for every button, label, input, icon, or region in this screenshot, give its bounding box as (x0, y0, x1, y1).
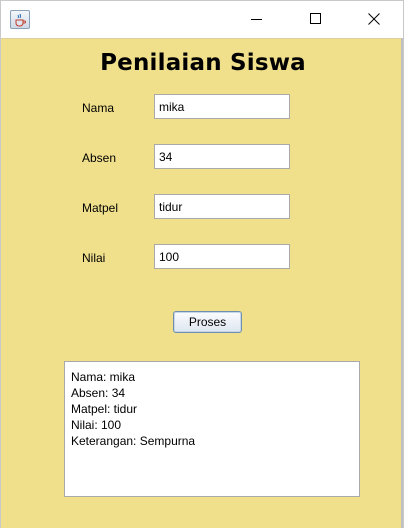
maximize-button[interactable] (293, 1, 339, 38)
result-line-absen: Absen: 34 (71, 386, 126, 400)
absen-label: Absen (82, 151, 117, 165)
result-line-matpel: Matpel: tidur (71, 402, 138, 416)
minimize-icon (251, 19, 262, 20)
window-edge (401, 38, 403, 528)
result-line-nilai: Nilai: 100 (71, 418, 122, 432)
nilai-label: Nilai (82, 251, 106, 265)
nilai-field[interactable] (154, 244, 290, 269)
matpel-label: Matpel (82, 201, 119, 215)
result-line-keterangan: Keterangan: Sempurna (71, 434, 196, 448)
close-icon (368, 13, 380, 25)
java-cup-icon[interactable] (10, 10, 30, 29)
minimize-button[interactable] (234, 1, 280, 38)
matpel-field[interactable] (154, 194, 290, 219)
app-window: Penilaian Siswa Nama Absen Matpel Nilai … (0, 0, 404, 528)
maximize-icon (310, 13, 321, 24)
nama-label: Nama (82, 101, 115, 115)
result-textarea[interactable]: Nama: mika Absen: 34 Matpel: tidur Nilai… (64, 361, 360, 497)
page-title: Penilaian Siswa (100, 50, 306, 76)
title-bar[interactable] (1, 1, 403, 38)
close-button[interactable] (351, 1, 397, 38)
absen-field[interactable] (154, 144, 290, 169)
result-line-nama: Nama: mika (71, 370, 136, 384)
proses-button[interactable]: Proses (173, 311, 242, 333)
nama-field[interactable] (154, 94, 290, 119)
